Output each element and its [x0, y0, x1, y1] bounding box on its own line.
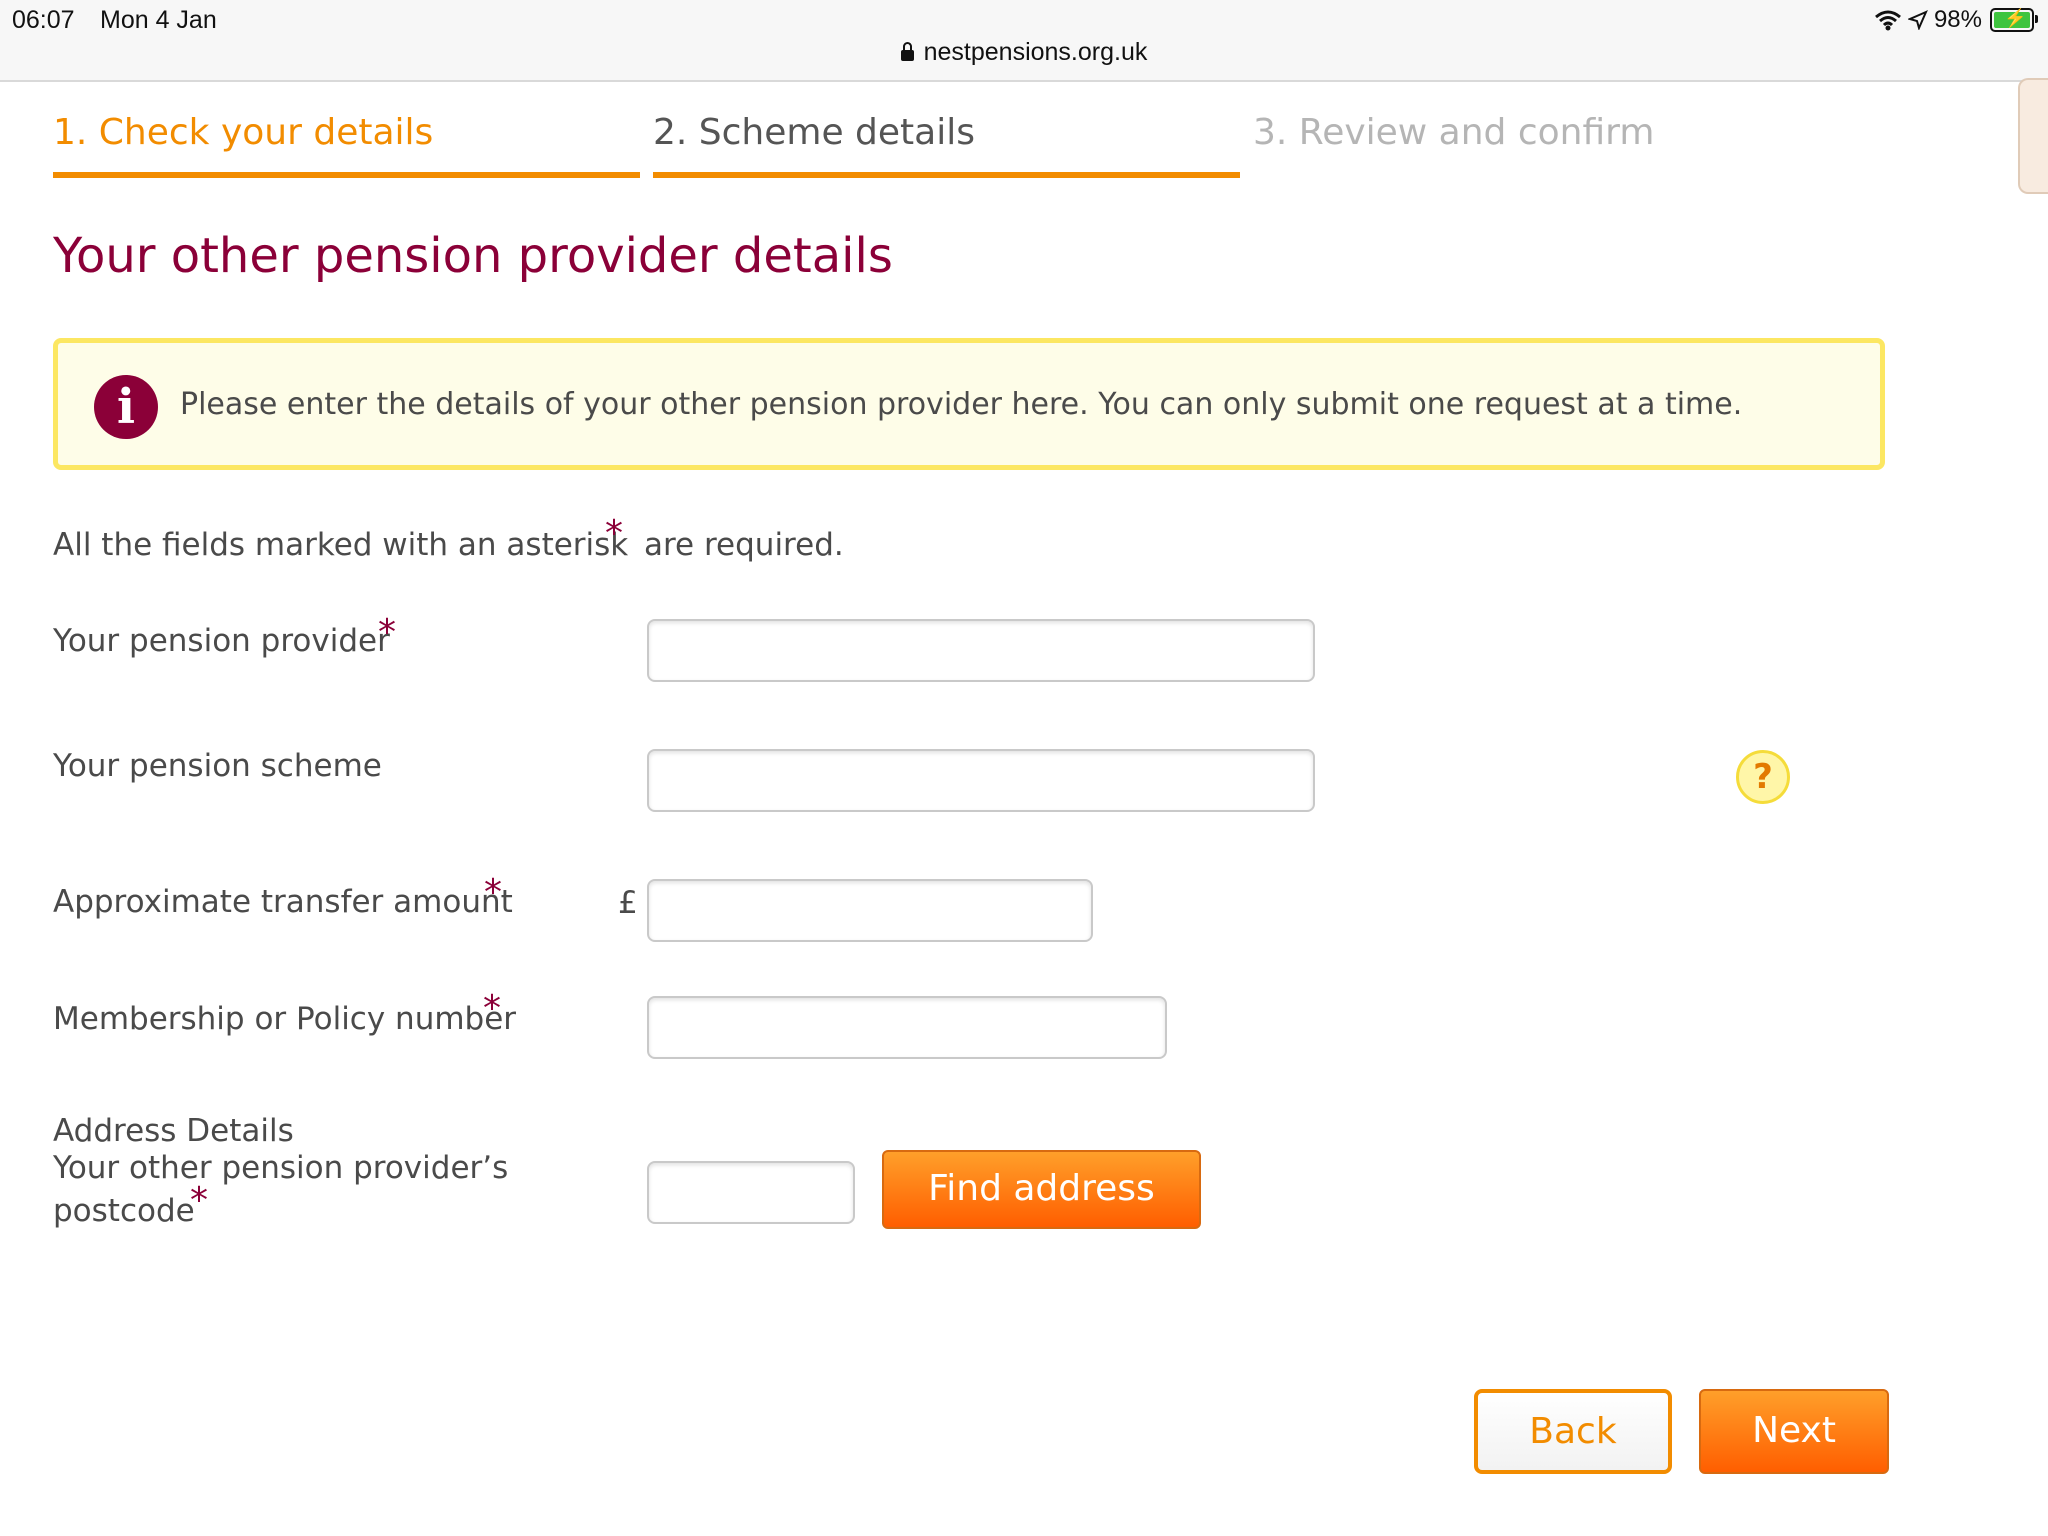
pension-provider-input[interactable] — [647, 619, 1315, 682]
url-text: nestpensions.org.uk — [923, 38, 1148, 66]
step-scheme-details: 2. Scheme details — [653, 112, 1240, 178]
scheme-label: Your pension scheme — [53, 748, 382, 784]
battery-icon: ⚡ — [1990, 8, 2038, 32]
required-note-text: All the fields marked with an asterisk — [53, 527, 629, 563]
next-button[interactable]: Next — [1699, 1389, 1889, 1474]
postcode-label-line2: postcode — [53, 1193, 195, 1229]
location-arrow-icon — [1907, 10, 1928, 30]
currency-symbol: £ — [618, 885, 638, 921]
back-button[interactable]: Back — [1474, 1389, 1672, 1474]
info-message-box: i Please enter the details of your other… — [53, 338, 1885, 470]
wifi-icon — [1874, 10, 1901, 31]
lock-icon — [900, 42, 914, 61]
required-asterisk: * — [484, 872, 502, 913]
required-asterisk: * — [605, 513, 623, 554]
battery-percent: 98% — [1933, 6, 1982, 33]
step-review-confirm: 3. Review and confirm — [1253, 112, 1655, 153]
address-heading: Address Details — [53, 1113, 294, 1149]
step-check-details: 1. Check your details — [53, 112, 640, 178]
required-asterisk: * — [378, 612, 396, 653]
policy-number-input[interactable] — [647, 996, 1167, 1059]
provider-label: Your pension provider — [53, 623, 390, 659]
transfer-amount-input[interactable] — [647, 879, 1093, 942]
status-indicators: 98% ⚡ — [1874, 6, 2038, 34]
postcode-input[interactable] — [647, 1161, 855, 1224]
page-title: Your other pension provider details — [53, 228, 893, 284]
status-time: 06:07 — [12, 6, 75, 34]
side-panel-tab[interactable] — [2018, 78, 2048, 194]
amount-label: Approximate transfer amount — [53, 884, 513, 920]
policy-label: Membership or Policy number — [53, 1001, 517, 1037]
required-note-suffix: are required. — [644, 527, 844, 563]
address-bar[interactable]: nestpensions.org.uk — [0, 38, 2048, 67]
info-icon: i — [94, 375, 158, 439]
status-date: Mon 4 Jan — [100, 6, 217, 34]
required-asterisk: * — [190, 1180, 208, 1221]
find-address-button[interactable]: Find address — [882, 1150, 1201, 1229]
pension-scheme-input[interactable] — [647, 749, 1315, 812]
postcode-label-line1: Your other pension provider’s — [53, 1150, 509, 1186]
required-asterisk: * — [483, 988, 501, 1029]
info-message-text: Please enter the details of your other p… — [180, 387, 1743, 422]
help-icon[interactable]: ? — [1736, 750, 1790, 804]
